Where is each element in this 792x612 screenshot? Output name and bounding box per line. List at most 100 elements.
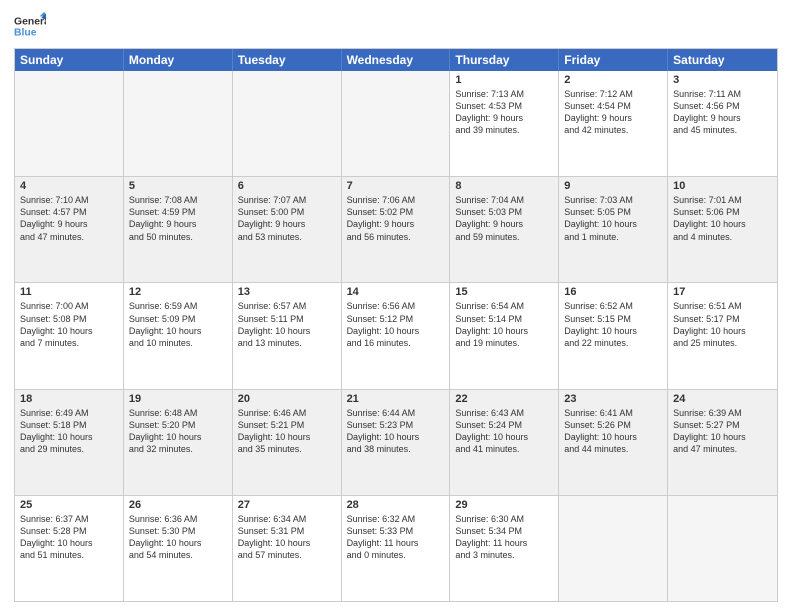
- day-number: 21: [347, 393, 445, 405]
- cell-text: Sunrise: 6:34 AM Sunset: 5:31 PM Dayligh…: [238, 513, 336, 562]
- calendar-cell: 2Sunrise: 7:12 AM Sunset: 4:54 PM Daylig…: [559, 71, 668, 176]
- calendar-day-header: Saturday: [668, 49, 777, 71]
- day-number: 15: [455, 286, 553, 298]
- day-number: 13: [238, 286, 336, 298]
- logo-icon: General Blue: [14, 10, 46, 42]
- cell-text: Sunrise: 6:57 AM Sunset: 5:11 PM Dayligh…: [238, 300, 336, 349]
- calendar-cell: 21 Sunrise: 6:44 AM Sunset: 5:23 PM Dayli…: [342, 390, 451, 495]
- day-number: 29: [455, 499, 553, 511]
- calendar-day-header: Tuesday: [233, 49, 342, 71]
- cell-text: Sunrise: 6:46 AM Sunset: 5:21 PM Dayligh…: [238, 407, 336, 456]
- day-number: 18: [20, 393, 118, 405]
- calendar-cell: 16Sunrise: 6:52 AM Sunset: 5:15 PM Dayli…: [559, 283, 668, 388]
- cell-text: Sunrise: 7:03 AM Sunset: 5:05 PM Dayligh…: [564, 194, 662, 243]
- cell-text: Sunrise: 6:43 AM Sunset: 5:24 PM Dayligh…: [455, 407, 553, 456]
- cell-text: Sunrise: 7:04 AM Sunset: 5:03 PM Dayligh…: [455, 194, 553, 243]
- calendar-cell: 7 Sunrise: 7:06 AM Sunset: 5:02 PM Daylig…: [342, 177, 451, 282]
- cell-text: Sunrise: 7:08 AM Sunset: 4:59 PM Dayligh…: [129, 194, 227, 243]
- cell-text: Sunrise: 6:32 AM Sunset: 5:33 PM Dayligh…: [347, 513, 445, 562]
- calendar-cell: 17 Sunrise: 6:51 AM Sunset: 5:17 PM Dayli…: [668, 283, 777, 388]
- cell-text: Sunrise: 6:30 AM Sunset: 5:34 PM Dayligh…: [455, 513, 553, 562]
- calendar-row: 18 Sunrise: 6:49 AM Sunset: 5:18 PM Dayli…: [15, 389, 777, 495]
- cell-text: Sunrise: 6:49 AM Sunset: 5:18 PM Dayligh…: [20, 407, 118, 456]
- svg-text:General: General: [14, 16, 46, 27]
- day-number: 3: [673, 74, 772, 86]
- calendar-cell: [124, 71, 233, 176]
- calendar-cell: 27 Sunrise: 6:34 AM Sunset: 5:31 PM Dayli…: [233, 496, 342, 601]
- calendar-cell: 25Sunrise: 6:37 AM Sunset: 5:28 PM Dayli…: [15, 496, 124, 601]
- calendar-day-header: Sunday: [15, 49, 124, 71]
- day-number: 22: [455, 393, 553, 405]
- calendar-row: 4 Sunrise: 7:10 AM Sunset: 4:57 PM Daylig…: [15, 176, 777, 282]
- cell-text: Sunrise: 6:39 AM Sunset: 5:27 PM Dayligh…: [673, 407, 772, 456]
- calendar-cell: [233, 71, 342, 176]
- day-number: 14: [347, 286, 445, 298]
- calendar-cell: 13 Sunrise: 6:57 AM Sunset: 5:11 PM Dayli…: [233, 283, 342, 388]
- day-number: 4: [20, 180, 118, 192]
- day-number: 28: [347, 499, 445, 511]
- day-number: 19: [129, 393, 227, 405]
- cell-text: Sunrise: 6:52 AM Sunset: 5:15 PM Dayligh…: [564, 300, 662, 349]
- calendar-cell: 22 Sunrise: 6:43 AM Sunset: 5:24 PM Dayli…: [450, 390, 559, 495]
- day-number: 1: [455, 74, 553, 86]
- calendar-row: 25Sunrise: 6:37 AM Sunset: 5:28 PM Dayli…: [15, 495, 777, 601]
- calendar-row: 11 Sunrise: 7:00 AM Sunset: 5:08 PM Dayli…: [15, 282, 777, 388]
- calendar-cell: 1 Sunrise: 7:13 AM Sunset: 4:53 PM Daylig…: [450, 71, 559, 176]
- day-number: 25: [20, 499, 118, 511]
- day-number: 20: [238, 393, 336, 405]
- day-number: 2: [564, 74, 662, 86]
- day-number: 27: [238, 499, 336, 511]
- calendar-cell: 3 Sunrise: 7:11 AM Sunset: 4:56 PM Daylig…: [668, 71, 777, 176]
- cell-text: Sunrise: 7:11 AM Sunset: 4:56 PM Dayligh…: [673, 88, 772, 137]
- calendar-day-header: Wednesday: [342, 49, 451, 71]
- day-number: 24: [673, 393, 772, 405]
- calendar-row: 1 Sunrise: 7:13 AM Sunset: 4:53 PM Daylig…: [15, 71, 777, 176]
- calendar-cell: 4 Sunrise: 7:10 AM Sunset: 4:57 PM Daylig…: [15, 177, 124, 282]
- day-number: 5: [129, 180, 227, 192]
- calendar-day-header: Friday: [559, 49, 668, 71]
- day-number: 6: [238, 180, 336, 192]
- day-number: 9: [564, 180, 662, 192]
- calendar-cell: 28 Sunrise: 6:32 AM Sunset: 5:33 PM Dayli…: [342, 496, 451, 601]
- calendar-cell: 20 Sunrise: 6:46 AM Sunset: 5:21 PM Dayli…: [233, 390, 342, 495]
- cell-text: Sunrise: 6:59 AM Sunset: 5:09 PM Dayligh…: [129, 300, 227, 349]
- day-number: 11: [20, 286, 118, 298]
- calendar: SundayMondayTuesdayWednesdayThursdayFrid…: [14, 48, 778, 602]
- cell-text: Sunrise: 6:36 AM Sunset: 5:30 PM Dayligh…: [129, 513, 227, 562]
- cell-text: Sunrise: 6:56 AM Sunset: 5:12 PM Dayligh…: [347, 300, 445, 349]
- calendar-cell: 26 Sunrise: 6:36 AM Sunset: 5:30 PM Dayli…: [124, 496, 233, 601]
- cell-text: Sunrise: 7:06 AM Sunset: 5:02 PM Dayligh…: [347, 194, 445, 243]
- calendar-cell: 18 Sunrise: 6:49 AM Sunset: 5:18 PM Dayli…: [15, 390, 124, 495]
- calendar-day-header: Thursday: [450, 49, 559, 71]
- header: General Blue: [14, 10, 778, 42]
- day-number: 23: [564, 393, 662, 405]
- cell-text: Sunrise: 6:48 AM Sunset: 5:20 PM Dayligh…: [129, 407, 227, 456]
- day-number: 26: [129, 499, 227, 511]
- logo: General Blue: [14, 10, 46, 42]
- calendar-cell: 24 Sunrise: 6:39 AM Sunset: 5:27 PM Dayli…: [668, 390, 777, 495]
- svg-text:Blue: Blue: [14, 28, 37, 39]
- calendar-cell: 8Sunrise: 7:04 AM Sunset: 5:03 PM Daylig…: [450, 177, 559, 282]
- calendar-cell: 23 Sunrise: 6:41 AM Sunset: 5:26 PM Dayli…: [559, 390, 668, 495]
- calendar-cell: 19 Sunrise: 6:48 AM Sunset: 5:20 PM Dayli…: [124, 390, 233, 495]
- cell-text: Sunrise: 7:00 AM Sunset: 5:08 PM Dayligh…: [20, 300, 118, 349]
- calendar-cell: [342, 71, 451, 176]
- cell-text: Sunrise: 6:51 AM Sunset: 5:17 PM Dayligh…: [673, 300, 772, 349]
- page: General Blue SundayMondayTuesdayWednesda…: [0, 0, 792, 612]
- calendar-cell: 14 Sunrise: 6:56 AM Sunset: 5:12 PM Dayli…: [342, 283, 451, 388]
- cell-text: Sunrise: 7:13 AM Sunset: 4:53 PM Dayligh…: [455, 88, 553, 137]
- day-number: 12: [129, 286, 227, 298]
- cell-text: Sunrise: 6:44 AM Sunset: 5:23 PM Dayligh…: [347, 407, 445, 456]
- day-number: 17: [673, 286, 772, 298]
- cell-text: Sunrise: 7:07 AM Sunset: 5:00 PM Dayligh…: [238, 194, 336, 243]
- calendar-cell: 5 Sunrise: 7:08 AM Sunset: 4:59 PM Daylig…: [124, 177, 233, 282]
- cell-text: Sunrise: 6:41 AM Sunset: 5:26 PM Dayligh…: [564, 407, 662, 456]
- calendar-day-header: Monday: [124, 49, 233, 71]
- calendar-cell: 15 Sunrise: 6:54 AM Sunset: 5:14 PM Dayli…: [450, 283, 559, 388]
- cell-text: Sunrise: 7:10 AM Sunset: 4:57 PM Dayligh…: [20, 194, 118, 243]
- cell-text: Sunrise: 6:54 AM Sunset: 5:14 PM Dayligh…: [455, 300, 553, 349]
- cell-text: Sunrise: 7:01 AM Sunset: 5:06 PM Dayligh…: [673, 194, 772, 243]
- calendar-cell: [668, 496, 777, 601]
- calendar-header: SundayMondayTuesdayWednesdayThursdayFrid…: [15, 49, 777, 71]
- day-number: 7: [347, 180, 445, 192]
